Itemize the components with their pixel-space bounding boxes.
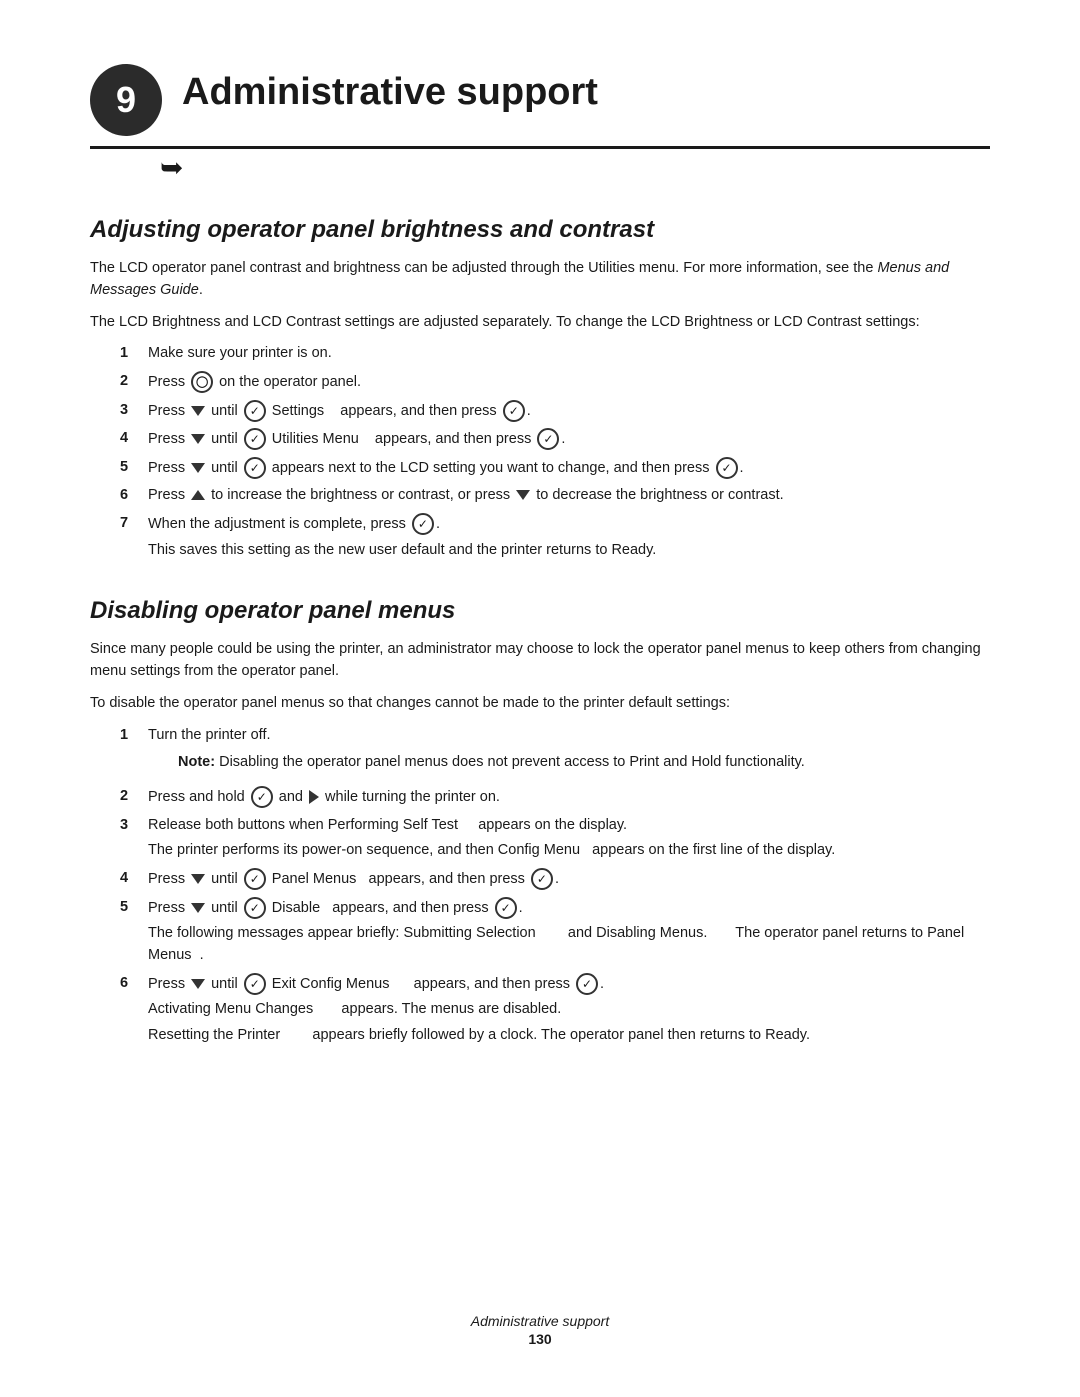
step-num: 5: [120, 897, 148, 967]
list-item: 2 Press ◯ on the operator panel.: [120, 371, 990, 394]
check-icon: ✓: [244, 428, 266, 450]
down-arrow-icon: [191, 434, 205, 444]
chapter-rule: [90, 146, 990, 149]
chapter-number: 9: [116, 79, 136, 121]
select-icon: ✓: [495, 897, 517, 919]
section2-intro2: To disable the operator panel menus so t…: [90, 693, 990, 715]
step-content: Press and hold ✓ and while turning the p…: [148, 786, 990, 809]
list-item: 2 Press and hold ✓ and while turning the…: [120, 786, 990, 809]
check-icon: ✓: [244, 457, 266, 479]
step-content: Press until ✓ Settings appears, and then…: [148, 400, 990, 423]
step-num: 5: [120, 457, 148, 480]
note-label: Note:: [178, 754, 219, 770]
step-subtext: This saves this setting as the new user …: [148, 540, 990, 562]
footer: Administrative support 130: [0, 1313, 1080, 1347]
page: 9 Administrative support ➥ Adjusting ope…: [0, 0, 1080, 1397]
chapter-header: 9 Administrative support: [90, 60, 990, 136]
list-item: 6 Press to increase the brightness or co…: [120, 485, 990, 507]
step-content: Make sure your printer is on.: [148, 343, 990, 365]
chapter-badge: 9: [90, 64, 162, 136]
select-icon: ✓: [537, 428, 559, 450]
check-icon: ✓: [244, 897, 266, 919]
step-content: Release both buttons when Performing Sel…: [148, 815, 990, 863]
step-num: 6: [120, 973, 148, 1047]
select-icon: ✓: [531, 868, 553, 890]
step-content: Press until ✓ Panel Menus appears, and t…: [148, 868, 990, 891]
list-item: 6 Press until ✓ Exit Config Menus appear…: [120, 973, 990, 1047]
step-content: Press until ✓ appears next to the LCD se…: [148, 457, 990, 480]
step-num: 1: [120, 725, 148, 781]
check-icon: ✓: [244, 868, 266, 890]
list-item: 3 Release both buttons when Performing S…: [120, 815, 990, 863]
step-num: 6: [120, 485, 148, 507]
chapter-title-wrap: Administrative support: [182, 60, 990, 114]
down-arrow-icon: [191, 979, 205, 989]
check-icon: ✓: [244, 973, 266, 995]
step-content: Press until ✓ Utilities Menu appears, an…: [148, 428, 990, 451]
footer-page-number: 130: [0, 1331, 1080, 1347]
step-num: 4: [120, 868, 148, 891]
step-content: Press ◯ on the operator panel.: [148, 371, 990, 394]
select-icon: ✓: [716, 457, 738, 479]
section1-intro2: The LCD Brightness and LCD Contrast sett…: [90, 312, 990, 334]
list-item: 5 Press until ✓ appears next to the LCD …: [120, 457, 990, 480]
header-rule-container: ➥: [90, 146, 990, 184]
section2-heading: Disabling operator panel menus: [90, 597, 990, 625]
up-arrow-icon: [191, 490, 205, 500]
note-block: Note: Disabling the operator panel menus…: [178, 752, 990, 774]
step-subtext: The printer performs its power-on sequen…: [148, 840, 990, 862]
down-arrow-icon: [191, 903, 205, 913]
step-content: Press until ✓ Disable appears, and then …: [148, 897, 990, 967]
select-icon: ✓: [576, 973, 598, 995]
step-subtext: The following messages appear briefly: S…: [148, 923, 990, 967]
list-item: 4 Press until ✓ Utilities Menu appears, …: [120, 428, 990, 451]
step-num: 2: [120, 371, 148, 394]
right-arrow-icon: [309, 790, 319, 804]
section2-steps: 1 Turn the printer off. Note: Disabling …: [120, 725, 990, 1047]
down-arrow-icon: [516, 490, 530, 500]
step-content: Turn the printer off. Note: Disabling th…: [148, 725, 990, 781]
section1-intro1: The LCD operator panel contrast and brig…: [90, 258, 990, 302]
step-num: 4: [120, 428, 148, 451]
arrow-decoration: ➥: [160, 151, 990, 184]
step-num: 3: [120, 400, 148, 423]
key-icon: ◯: [191, 371, 213, 393]
footer-italic: Administrative support: [0, 1313, 1080, 1329]
step-content: Press until ✓ Exit Config Menus appears,…: [148, 973, 990, 1047]
step-content: Press to increase the brightness or cont…: [148, 485, 990, 507]
select-icon: ✓: [412, 513, 434, 535]
down-arrow-icon: [191, 874, 205, 884]
list-item: 1 Turn the printer off. Note: Disabling …: [120, 725, 990, 781]
step-subtext1: Activating Menu Changes appears. The men…: [148, 999, 990, 1021]
select-icon: ✓: [503, 400, 525, 422]
list-item: 5 Press until ✓ Disable appears, and the…: [120, 897, 990, 967]
section1-heading: Adjusting operator panel brightness and …: [90, 216, 990, 244]
step-num: 2: [120, 786, 148, 809]
section1-steps: 1 Make sure your printer is on. 2 Press …: [120, 343, 990, 561]
down-arrow-icon: [191, 406, 205, 416]
down-arrow-icon: [191, 463, 205, 473]
step-num: 1: [120, 343, 148, 365]
step-subtext2: Resetting the Printer appears briefly fo…: [148, 1025, 990, 1047]
check-icon: ✓: [244, 400, 266, 422]
chapter-title: Administrative support: [182, 60, 990, 114]
list-item: 4 Press until ✓ Panel Menus appears, and…: [120, 868, 990, 891]
step-content: When the adjustment is complete, press ✓…: [148, 513, 990, 561]
step-num: 3: [120, 815, 148, 863]
section2-intro1: Since many people could be using the pri…: [90, 639, 990, 683]
step-num: 7: [120, 513, 148, 561]
list-item: 3 Press until ✓ Settings appears, and th…: [120, 400, 990, 423]
list-item: 1 Make sure your printer is on.: [120, 343, 990, 365]
check-circle-icon: ✓: [251, 786, 273, 808]
list-item: 7 When the adjustment is complete, press…: [120, 513, 990, 561]
